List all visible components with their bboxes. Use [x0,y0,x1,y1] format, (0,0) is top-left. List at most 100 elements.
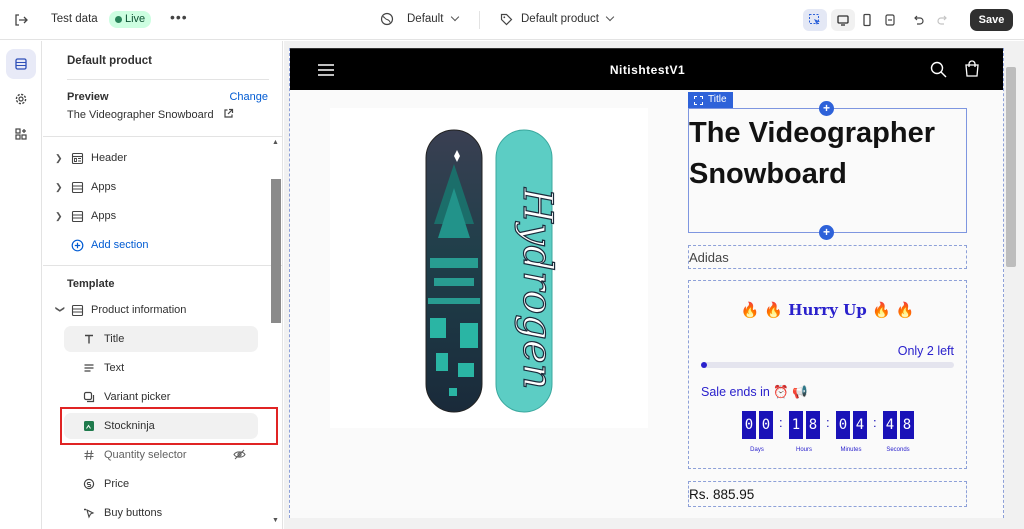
countdown-separator: : [873,415,877,430]
chevron-down-icon[interactable]: ❯ [55,305,66,315]
redo-icon [937,15,947,25]
section-label: Product information [91,304,187,316]
desktop-icon [837,15,849,26]
redo-button[interactable] [931,9,955,31]
sidebar-scrollbar[interactable] [271,179,281,323]
scroll-down-arrow[interactable]: ▼ [272,517,279,524]
template-selector[interactable]: Default product [521,13,599,25]
cursor-select-icon [809,14,820,25]
mobile-icon [863,13,871,27]
add-section-button[interactable]: Add section [69,234,148,256]
change-preview-link[interactable]: Change [229,91,268,103]
section-apps[interactable]: ❯ Apps [55,176,116,198]
exit-icon[interactable] [12,11,30,29]
countdown-separator: : [779,415,783,430]
countdown-digit: 4 [883,411,897,439]
preview-area: NitishtestV1 Hydrogen Title The Videogra… [284,41,1024,529]
headline-text: Hurry Up [788,301,867,319]
header-section-icon [69,150,85,166]
inspector-toggle[interactable] [803,9,827,31]
product-title: The Videographer Snowboard [689,117,936,190]
product-image[interactable]: Hydrogen [330,108,648,428]
store-name[interactable]: NitishtestV1 [290,63,1003,77]
fire-icon: 🔥 🔥 [871,301,915,319]
chevron-right-icon[interactable]: ❯ [55,211,65,222]
countdown-unit-minutes: Minutes [840,447,862,453]
chevron-down-icon[interactable] [605,12,615,22]
block-title[interactable]: Title [64,326,258,352]
template-heading: Template [67,278,115,290]
section-apps[interactable]: ❯ Apps [55,205,116,227]
external-link-icon[interactable] [223,108,234,122]
countdown-digit: 8 [806,411,820,439]
stockninja-widget[interactable]: 🔥 🔥 Hurry Up 🔥 🔥 Only 2 left Sale ends i… [688,280,967,469]
section-icon [69,208,85,224]
block-label: Title [104,333,125,345]
price-tag-icon [82,477,96,491]
undo-button[interactable] [906,9,930,31]
countdown-unit-seconds: Seconds [886,447,910,453]
vendor-block[interactable]: Adidas [688,245,967,269]
more-actions-button[interactable]: ••• [170,9,188,25]
fullscreen-button[interactable] [878,9,902,31]
snowboard-image: Hydrogen [425,129,561,413]
section-label: Apps [91,181,117,193]
add-block-above-button[interactable]: + [819,101,834,116]
sidebar-title: Default product [67,55,152,67]
section-product-information[interactable]: ❯ Product information [55,299,187,321]
text-title-icon [82,332,96,346]
board-brand-text: Hydrogen [514,187,560,389]
cart-icon[interactable] [963,60,981,81]
icon-rail [0,41,42,529]
block-label: Buy buttons [104,507,163,519]
sidebar: Default product Preview Change The Video… [43,41,283,529]
preview-label: Preview [67,91,109,103]
vendor-text: Adidas [689,250,729,265]
mobile-view-button[interactable] [855,9,879,31]
add-block-below-button[interactable]: + [819,225,834,240]
block-label: Text [104,362,125,374]
block-label: Variant picker [104,391,171,403]
countdown-digit: 0 [742,411,756,439]
top-bar: Test data Live ••• Default Default produ… [0,0,1024,40]
countdown-digit: 8 [900,411,914,439]
section-label: Header [91,152,128,164]
block-price[interactable]: Price [64,471,258,497]
chevron-down-icon[interactable] [450,12,460,22]
save-button[interactable]: Save [970,9,1013,31]
sale-ends-text: Sale ends in ⏰ 📢 [701,385,808,399]
hash-icon [82,448,96,462]
section-header[interactable]: ❯ Header [55,147,127,169]
block-text[interactable]: Text [64,355,258,381]
theme-settings-nav-button[interactable] [6,84,36,114]
preview-vertical-scrollbar[interactable] [1006,67,1016,267]
block-buy-buttons[interactable]: Buy buttons [64,500,258,526]
hidden-eye-icon[interactable] [233,448,246,464]
desktop-view-button[interactable] [831,9,855,31]
undo-icon [914,15,924,25]
price-block[interactable]: Rs. 885.95 [688,481,967,507]
variant-icon [82,390,96,404]
search-icon[interactable] [930,61,947,81]
store-header[interactable]: NitishtestV1 [290,48,1003,90]
divider [43,136,282,137]
chevron-right-icon[interactable]: ❯ [55,153,65,164]
gear-icon [15,93,27,105]
expand-icon [885,14,895,26]
block-quantity-selector[interactable]: Quantity selector [64,442,258,468]
sections-nav-button[interactable] [6,49,36,79]
countdown-unit-days: Days [750,447,764,453]
countdown-digit: 0 [759,411,773,439]
chevron-right-icon[interactable]: ❯ [55,182,65,193]
countdown-digit: 4 [853,411,867,439]
stock-progress-fill [701,362,707,368]
section-label: Apps [91,210,117,222]
apps-nav-button[interactable] [6,119,36,149]
title-block-tag[interactable]: Title [688,92,733,108]
countdown-digit: 1 [789,411,803,439]
title-block-outline[interactable]: The Videographer Snowboard [688,108,967,233]
scroll-up-arrow[interactable]: ▲ [272,139,279,146]
globe-icon[interactable] [380,12,394,26]
divider [479,11,480,29]
theme-selector[interactable]: Default [407,13,443,25]
